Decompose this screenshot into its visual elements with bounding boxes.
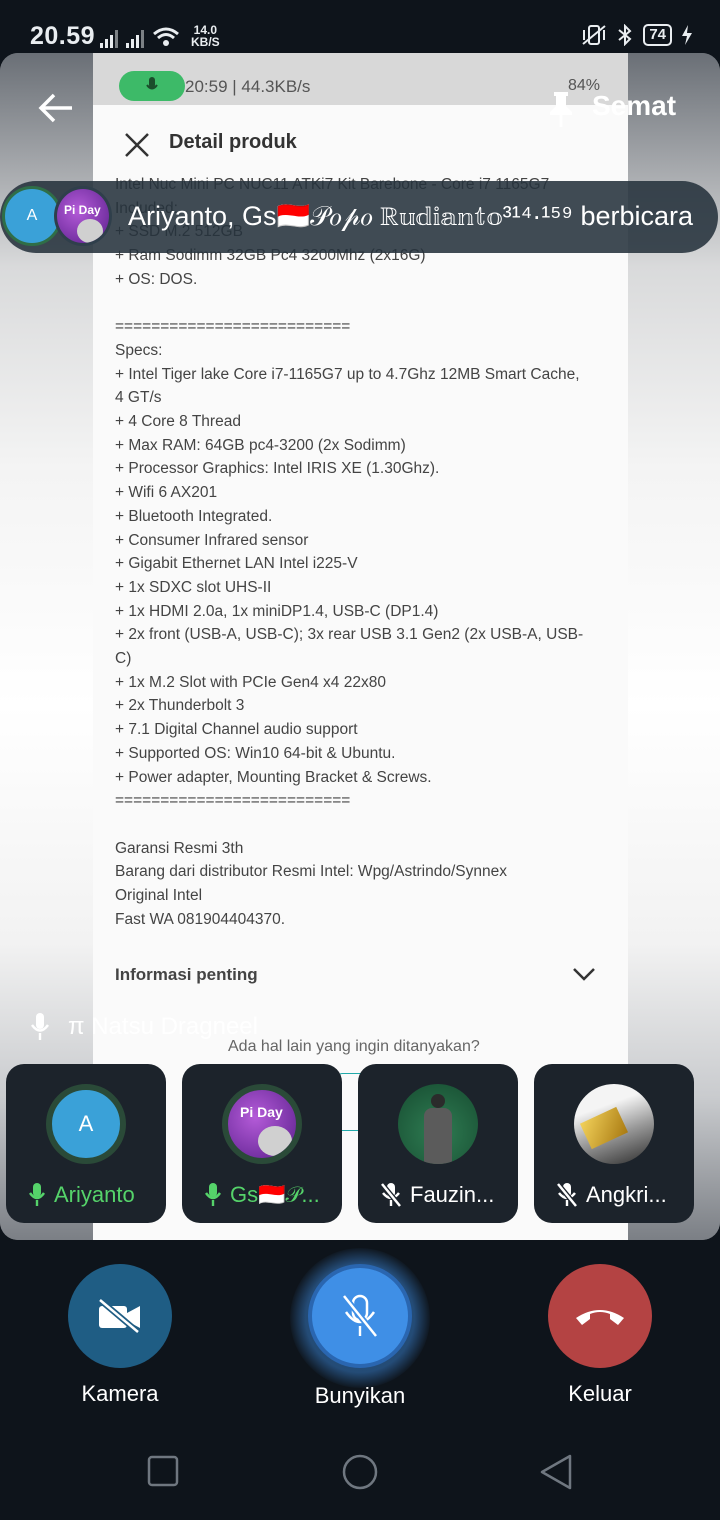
pi-day-art: Pi Day: [240, 1104, 283, 1120]
participant-label: Angkri...: [586, 1182, 667, 1207]
avatar-photo: [77, 219, 103, 243]
avatar: [398, 1084, 478, 1164]
avatar: [574, 1084, 654, 1164]
mic-on-icon: [204, 1183, 222, 1206]
banner-avatar-gs: Pi Day: [54, 186, 112, 246]
leave-button[interactable]: [548, 1264, 652, 1368]
status-right: 74: [581, 24, 692, 46]
avatar: A: [46, 1084, 126, 1164]
shared-time-speed: 20:59 | 44.3KB/s: [185, 77, 311, 96]
wifi-icon: [153, 27, 179, 46]
avatar-photo: [258, 1126, 292, 1156]
current-speaker: π Natsu Dragneel: [30, 1012, 258, 1042]
hang-up-icon: [576, 1310, 624, 1325]
camera-button[interactable]: [68, 1264, 172, 1368]
important-info-label: Informasi penting: [115, 965, 258, 984]
participant-name: Angkri...: [556, 1182, 686, 1208]
unmute-button[interactable]: [308, 1264, 412, 1368]
mic-active-pill: [119, 71, 185, 101]
participant-name: Ariyanto: [28, 1182, 158, 1208]
battery-level: 74: [643, 24, 672, 46]
signal-icon-2: [126, 30, 144, 48]
pi-day-art: Pi Day: [64, 203, 101, 217]
participant-tile-fauzin[interactable]: Fauzin...: [358, 1064, 518, 1223]
participant-label: Fauzin...: [410, 1182, 495, 1207]
net-speed-unit: KB/S: [191, 35, 220, 49]
avatar-photo-head: [431, 1094, 445, 1108]
detail-title: Detail produk: [169, 131, 297, 153]
avatar: Pi Day: [222, 1084, 302, 1164]
current-speaker-name: π Natsu Dragneel: [68, 1013, 258, 1040]
back-arrow-icon[interactable]: [38, 92, 74, 124]
mic-icon: [146, 77, 158, 90]
camera-label: Kamera: [81, 1381, 159, 1406]
vibrate-icon: [582, 25, 606, 45]
participant-label: Gs🇮🇩𝒫...: [230, 1182, 320, 1207]
pin-button-label[interactable]: Semat: [592, 90, 676, 122]
participant-name: Fauzin...: [380, 1182, 510, 1208]
avatar-photo-body: [424, 1108, 452, 1164]
charging-icon: [682, 25, 692, 45]
ask-question-text: Ada hal lain yang ingin ditanyakan?: [228, 1038, 480, 1055]
unmute-label: Bunyikan: [314, 1383, 406, 1408]
chevron-down-icon: [573, 968, 595, 981]
mic-muted-icon: [341, 1294, 379, 1338]
signal-icons: [100, 26, 180, 48]
bluetooth-icon: [618, 24, 632, 46]
speakers-text: Ariyanto, Gs🇮🇩𝒫𝑜𝓅𝑜 ℝ𝕦𝕕𝕚𝕒𝕟𝕥𝕠³¹⁴·¹⁵⁹ berbi…: [128, 201, 694, 231]
camera-off-icon: [98, 1298, 140, 1334]
mic-on-icon: [28, 1183, 46, 1206]
close-icon: [125, 133, 149, 157]
banner-avatar-ariyanto: A: [2, 186, 62, 246]
participant-tile-angkri[interactable]: Angkri...: [534, 1064, 694, 1223]
participant-tile-ariyanto[interactable]: A Ariyanto: [6, 1064, 166, 1223]
gold-bar-image: [579, 1106, 629, 1150]
mic-muted-icon: [556, 1182, 578, 1208]
mic-muted-icon: [380, 1182, 402, 1208]
leave-label: Keluar: [568, 1381, 632, 1406]
participant-label: Ariyanto: [54, 1182, 135, 1207]
participant-name: Gs🇮🇩𝒫...: [204, 1182, 334, 1208]
pin-icon[interactable]: [545, 90, 577, 128]
product-description: Intel Nuc Mini PC NUC11 ATKi7 Kit Barebo…: [115, 176, 584, 928]
home-icon[interactable]: [341, 1453, 379, 1491]
mic-icon: [30, 1013, 50, 1040]
participant-tile-gs[interactable]: Pi Day Gs🇮🇩𝒫...: [182, 1064, 342, 1223]
net-speed: 14.0 KB/S: [191, 24, 220, 48]
back-nav-icon[interactable]: [538, 1453, 574, 1491]
signal-icon: [100, 30, 118, 48]
recents-icon[interactable]: [147, 1455, 179, 1487]
status-time: 20.59: [30, 22, 96, 50]
